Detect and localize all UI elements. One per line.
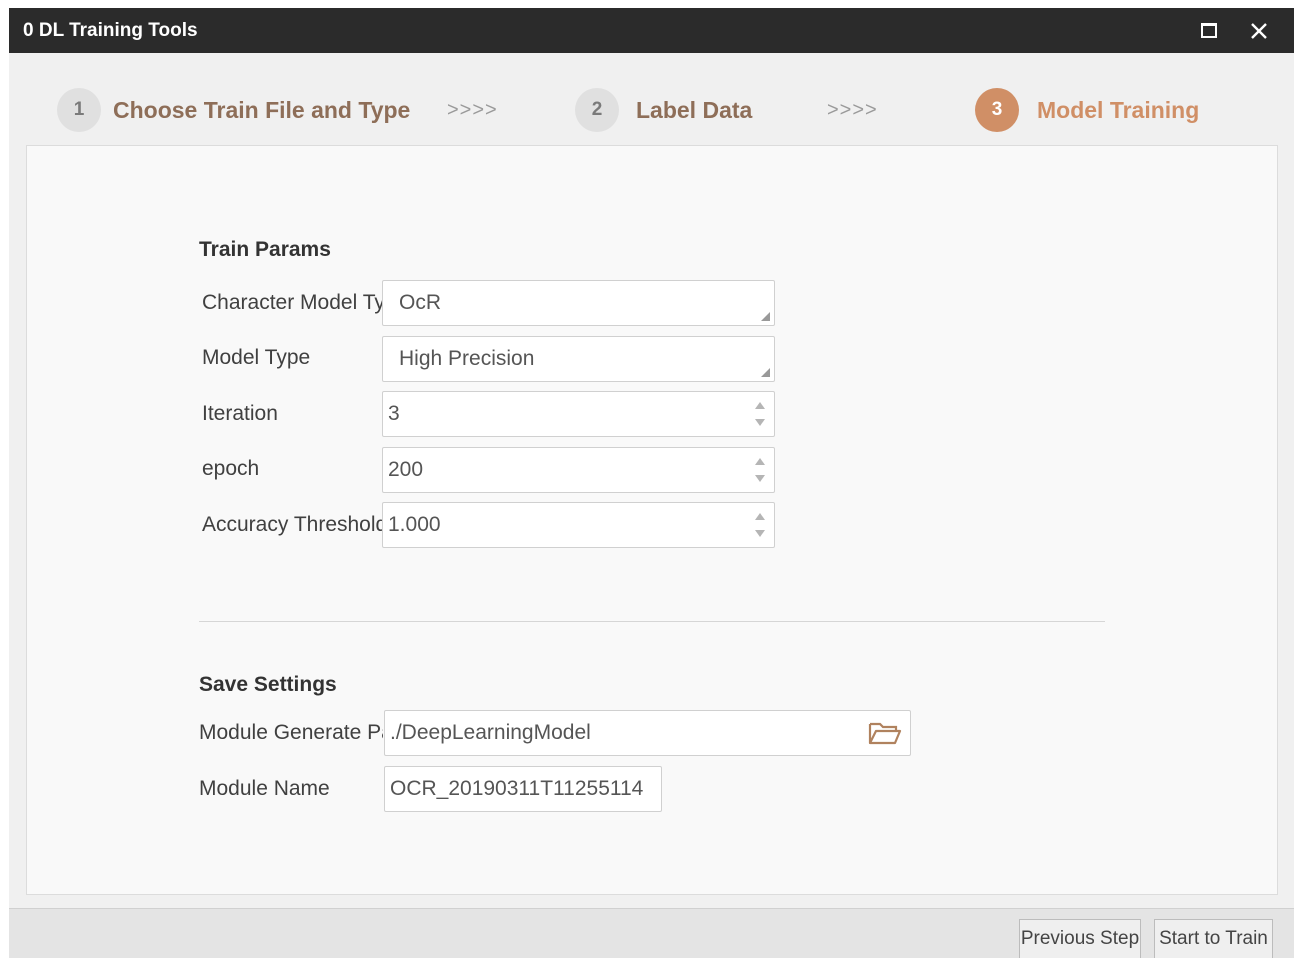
module-generate-path-value: ./DeepLearningModel [390,721,591,744]
module-name-value: OCR_20190311T11255114 [390,777,644,800]
model-type-select[interactable]: High Precision [382,336,775,382]
character-model-type-label: Character Model Type [202,291,382,314]
step-2-number: 2 [575,88,619,132]
module-generate-path-input[interactable]: ./DeepLearningModel [384,710,911,756]
training-settings-panel: Train Params Character Model Type OcR Mo… [26,145,1278,895]
window-title: 0 DL Training Tools [23,20,198,41]
epoch-label: epoch [202,457,260,480]
character-model-type-select[interactable]: OcR [382,280,775,326]
browse-folder-button[interactable] [868,719,902,747]
step-3-number: 3 [975,88,1019,132]
step-1-number: 1 [57,88,101,132]
stepper-arrows[interactable] [754,456,766,484]
iteration-label: Iteration [202,402,278,425]
maximize-button[interactable] [1189,8,1229,53]
dropdown-corner-icon [761,312,770,321]
decrement-icon[interactable] [755,530,765,537]
module-name-input[interactable]: OCR_20190311T11255114 [384,766,662,812]
train-params-title: Train Params [199,238,331,261]
step-separator: >>>> [447,99,498,121]
module-name-label: Module Name [199,777,330,800]
decrement-icon[interactable] [755,419,765,426]
module-generate-path-label: Module Generate Path [199,721,383,744]
close-icon [1251,22,1267,39]
accuracy-threshold-stepper[interactable]: 1.000 [382,502,775,548]
step-3-label: Model Training [1037,97,1200,123]
wizard-steps: 1 Choose Train File and Type >>>> 2 Labe… [9,53,1294,145]
epoch-stepper[interactable]: 200 [382,447,775,493]
step-2-label: Label Data [636,97,753,123]
dropdown-corner-icon [761,368,770,377]
section-divider [199,621,1105,622]
stepper-arrows[interactable] [754,511,766,539]
save-settings-title: Save Settings [199,673,337,696]
start-to-train-button[interactable]: Start to Train [1154,919,1273,958]
previous-step-button[interactable]: Previous Step [1019,919,1141,958]
accuracy-threshold-value: 1.000 [388,513,441,536]
increment-icon[interactable] [755,402,765,409]
iteration-value: 3 [388,402,400,425]
title-bar: 0 DL Training Tools [9,8,1294,53]
footer-bar: Previous Step Start to Train [9,908,1294,958]
maximize-icon [1201,23,1217,38]
stepper-arrows[interactable] [754,400,766,428]
training-tools-window: 0 DL Training Tools 1 Choose Train File … [9,8,1294,958]
decrement-icon[interactable] [755,475,765,482]
iteration-stepper[interactable]: 3 [382,391,775,437]
step-1-label: Choose Train File and Type [113,97,411,123]
step-separator: >>>> [827,99,878,121]
character-model-type-value: OcR [399,291,441,314]
accuracy-threshold-label: Accuracy Threshold [202,513,382,536]
epoch-value: 200 [388,458,424,481]
increment-icon[interactable] [755,458,765,465]
folder-icon [868,722,902,745]
increment-icon[interactable] [755,513,765,520]
model-type-label: Model Type [202,346,311,369]
close-button[interactable] [1239,8,1279,53]
model-type-value: High Precision [399,347,535,370]
